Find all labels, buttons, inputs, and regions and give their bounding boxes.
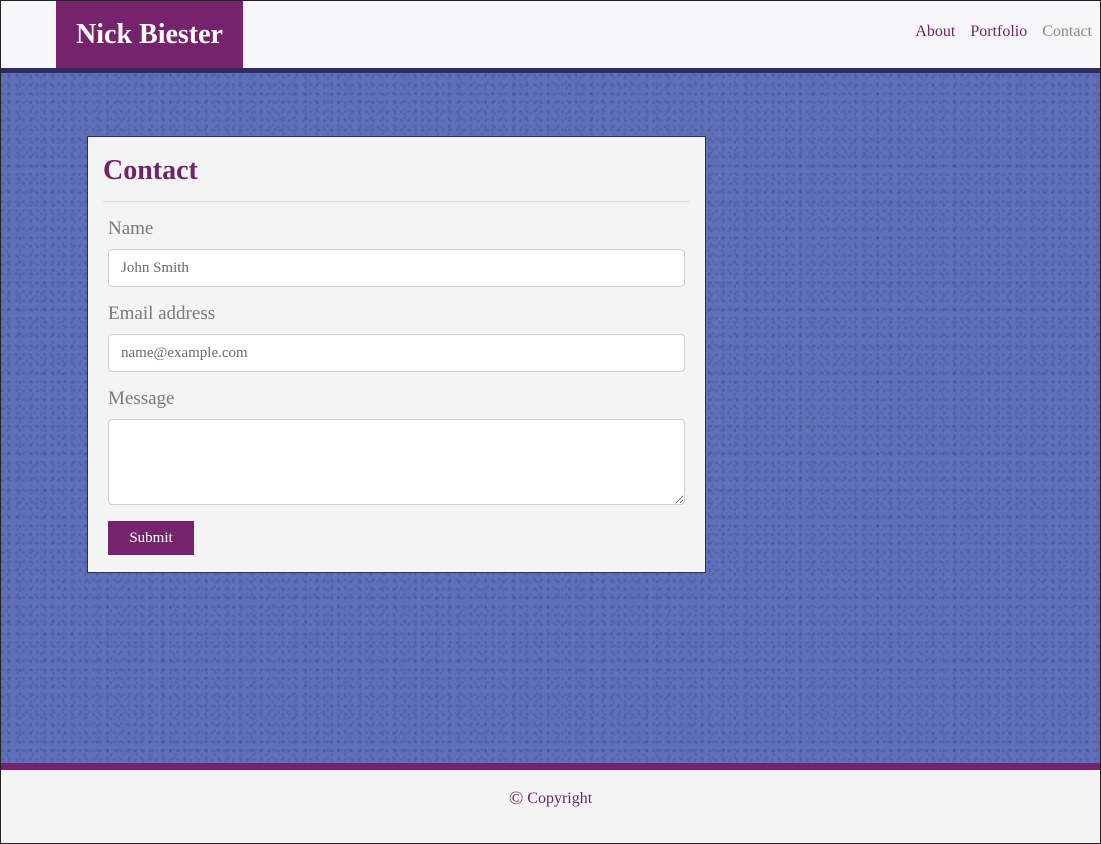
submit-button[interactable]: Submit xyxy=(108,521,194,555)
site-footer: © Copyright xyxy=(1,770,1100,843)
email-label: Email address xyxy=(108,303,216,324)
message-label: Message xyxy=(108,388,175,409)
footer-divider xyxy=(1,763,1100,770)
message-textarea[interactable] xyxy=(108,419,685,505)
page-title: Contact xyxy=(103,155,198,186)
contact-card: Contact Name Email address Message Submi… xyxy=(87,136,706,573)
site-header: Nick Biester About Portfolio Contact xyxy=(1,1,1100,68)
brand-logo[interactable]: Nick Biester xyxy=(56,1,243,68)
name-input[interactable] xyxy=(108,249,685,287)
contact-form: Name Email address Message Submit xyxy=(103,218,690,555)
name-label: Name xyxy=(108,218,154,239)
copyright-text: Copyright xyxy=(527,790,593,807)
main-content: Contact Name Email address Message Submi… xyxy=(1,73,1100,763)
nav-item-portfolio[interactable]: Portfolio xyxy=(970,23,1027,41)
email-input[interactable] xyxy=(108,334,685,372)
page: Nick Biester About Portfolio Contact Con… xyxy=(0,0,1101,844)
copyright-icon: © xyxy=(508,788,524,809)
nav-item-about[interactable]: About xyxy=(915,23,955,41)
nav-item-contact[interactable]: Contact xyxy=(1042,23,1092,41)
main-nav: About Portfolio Contact xyxy=(915,23,1092,41)
title-divider xyxy=(103,201,690,202)
